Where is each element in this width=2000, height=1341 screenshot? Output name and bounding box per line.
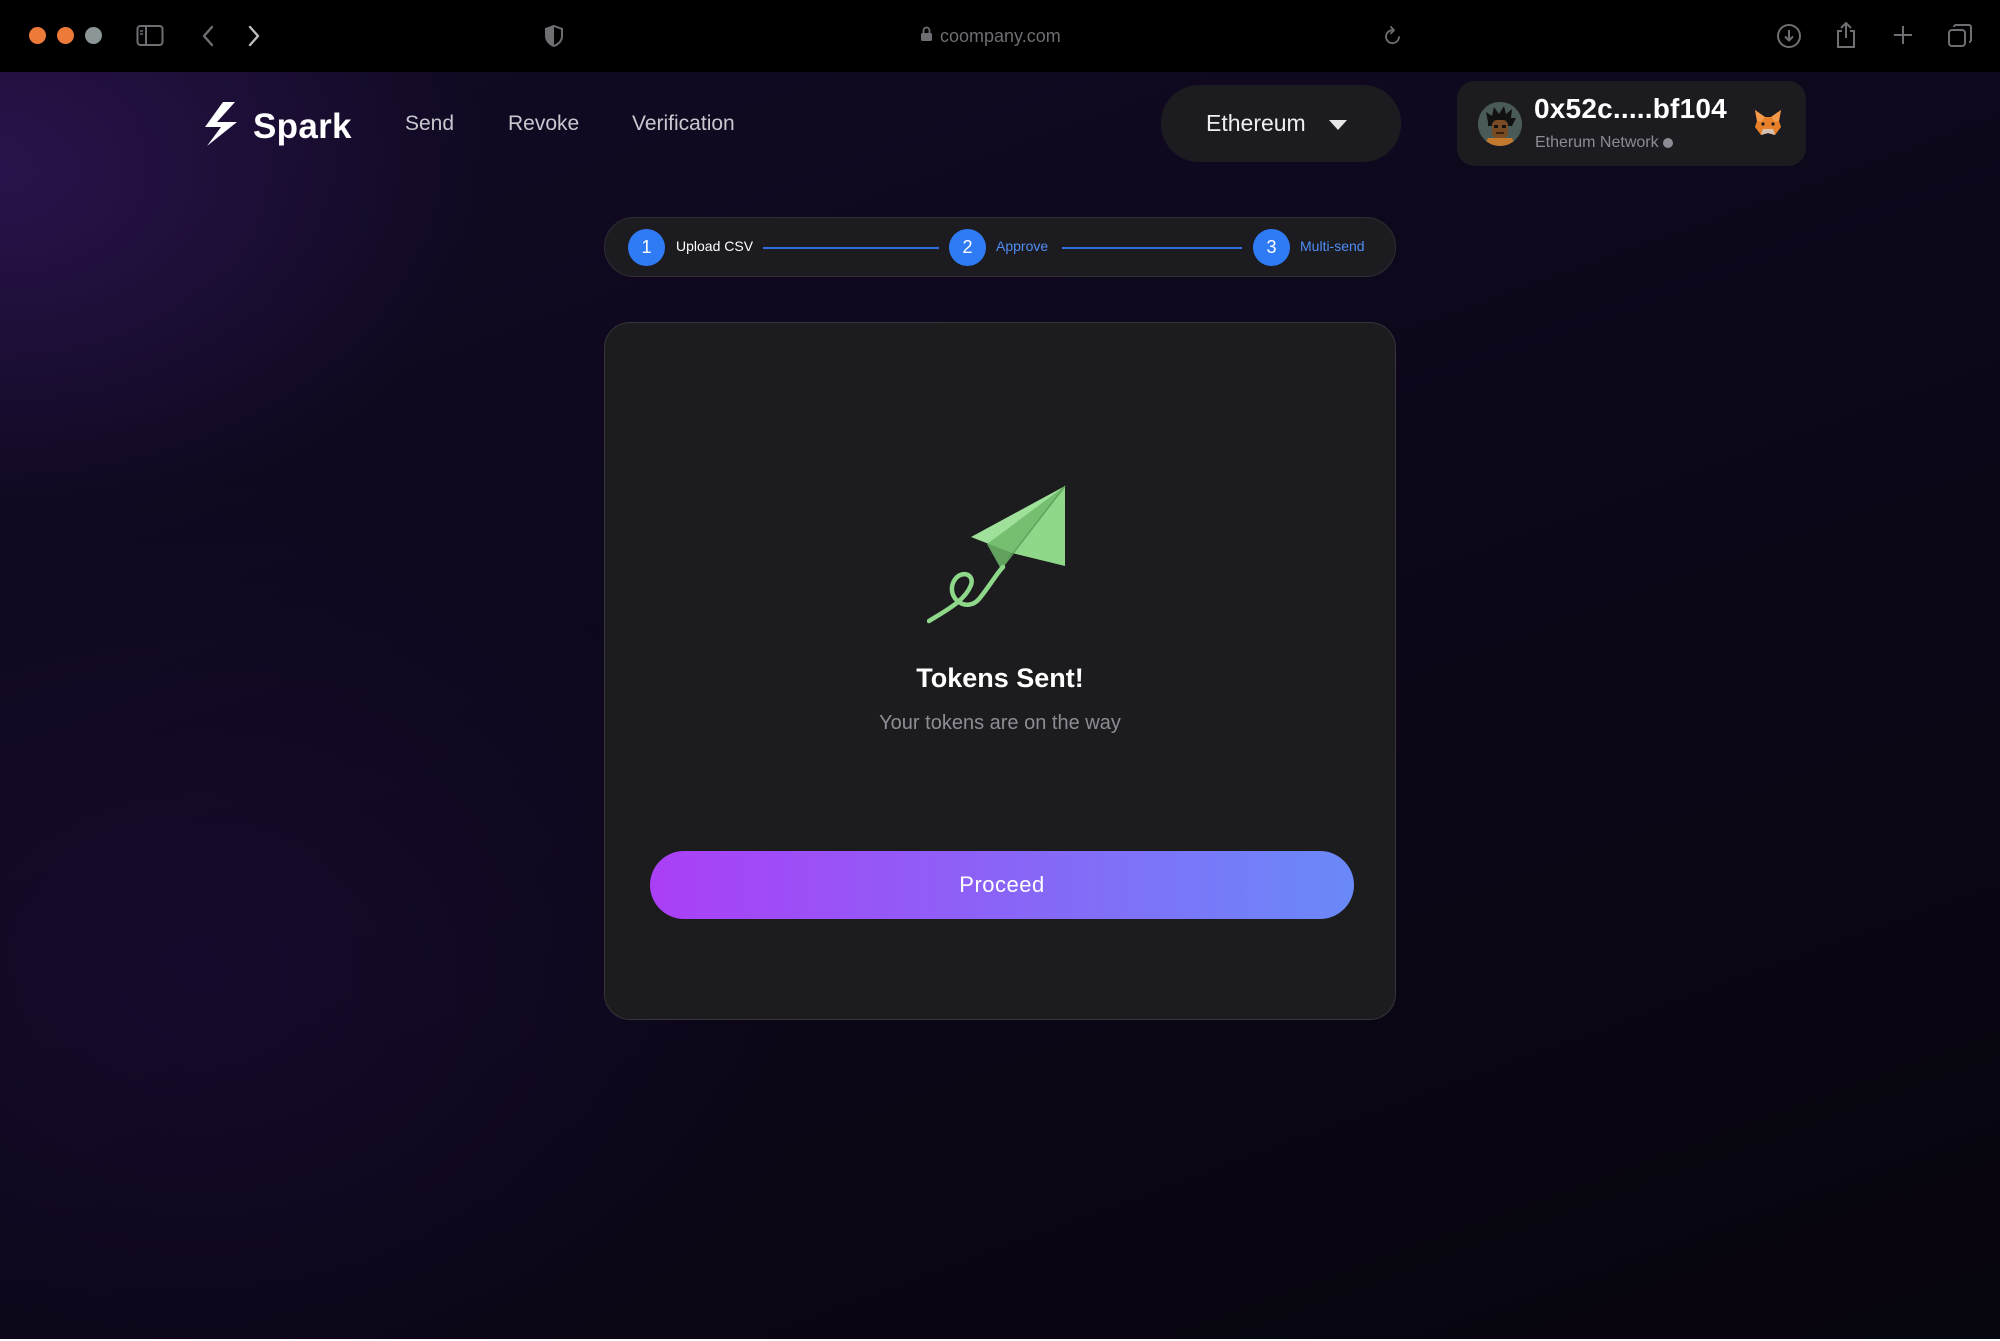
spark-logo-icon	[203, 100, 239, 153]
tokens-sent-card: Tokens Sent! Your tokens are on the way …	[604, 322, 1396, 1020]
shield-icon[interactable]	[543, 24, 565, 48]
download-icon[interactable]	[1776, 23, 1802, 49]
wallet-address: 0x52c.....bf104	[1534, 93, 1727, 124]
forward-icon[interactable]	[246, 24, 262, 48]
step-1-number: 1	[628, 229, 665, 266]
logo[interactable]: Spark	[203, 100, 352, 153]
zoom-window-button[interactable]	[85, 27, 102, 44]
metamask-fox-icon	[1753, 109, 1783, 142]
step-3-label: Multi-send	[1300, 238, 1365, 254]
nav-revoke[interactable]: Revoke	[508, 112, 579, 136]
network-select-value: Ethereum	[1206, 110, 1306, 136]
browser-window: coompany.com Spark Send Revoke Verificat…	[0, 0, 2000, 1339]
share-icon[interactable]	[1834, 20, 1858, 50]
proceed-button[interactable]: Proceed	[650, 851, 1354, 919]
reload-icon[interactable]	[1383, 25, 1403, 47]
paper-plane-icon	[926, 481, 1077, 636]
back-icon[interactable]	[200, 24, 216, 48]
url-text: coompany.com	[940, 25, 1061, 46]
card-subtitle: Your tokens are on the way	[879, 712, 1121, 734]
nav-verification[interactable]: Verification	[632, 112, 735, 136]
nav-send[interactable]: Send	[405, 112, 454, 136]
status-dot	[1662, 138, 1673, 148]
caret-down-icon	[1328, 110, 1348, 137]
step-2-number: 2	[949, 229, 986, 266]
step-1-label: Upload CSV	[676, 238, 754, 254]
step-connector-1	[763, 247, 939, 249]
avatar	[1478, 102, 1522, 146]
new-tab-icon[interactable]	[1892, 24, 1914, 46]
network-select[interactable]: Ethereum	[1161, 85, 1401, 162]
wallet-card[interactable]: 0x52c.....bf104 Etherum Network	[1457, 81, 1806, 166]
browser-toolbar: coompany.com	[0, 0, 2000, 72]
wallet-network-label: Etherum Network	[1535, 134, 1659, 151]
app-page: Spark Send Revoke Verification Ethereum	[0, 72, 2000, 1339]
address-bar[interactable]: coompany.com	[920, 24, 1080, 48]
tabs-overview-icon[interactable]	[1947, 23, 1973, 49]
step-3-number: 3	[1253, 229, 1290, 266]
sidebar-icon[interactable]	[136, 24, 164, 48]
minimize-window-button[interactable]	[57, 27, 74, 44]
wallet-network: Etherum Network	[1535, 134, 1673, 152]
step-connector-2	[1062, 247, 1242, 249]
progress-stepper: 1 Upload CSV 2 Approve 3 Multi-send	[604, 217, 1396, 277]
step-2-label: Approve	[996, 238, 1049, 254]
close-window-button[interactable]	[29, 27, 46, 44]
lock-icon	[920, 26, 933, 47]
card-title: Tokens Sent!	[916, 663, 1084, 693]
logo-text: Spark	[253, 106, 352, 146]
